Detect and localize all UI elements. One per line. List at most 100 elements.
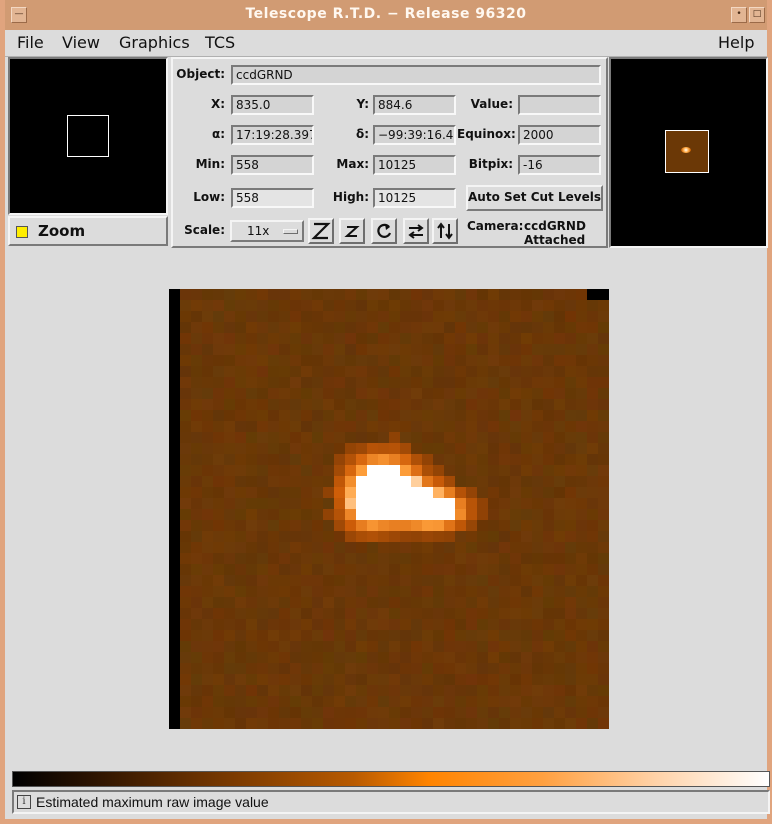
image-pixel	[543, 410, 555, 422]
image-pixel	[433, 498, 445, 510]
image-pixel	[488, 289, 500, 301]
image-pixel	[323, 707, 335, 719]
image-pixel	[444, 630, 456, 642]
image-pixel	[246, 399, 258, 411]
title-bar[interactable]: — Telescope R.T.D. − Release 96320 • □	[5, 0, 767, 31]
image-pixel	[323, 718, 335, 729]
image-pixel	[235, 685, 247, 697]
zoom-window[interactable]	[609, 57, 768, 248]
image-pixel	[378, 399, 390, 411]
image-pixel	[378, 564, 390, 576]
image-pixel	[246, 465, 258, 477]
image-pixel	[532, 300, 544, 312]
minimize-button[interactable]: •	[731, 7, 747, 23]
menu-help[interactable]: Help	[718, 33, 754, 52]
zoom-in-button[interactable]	[308, 218, 334, 244]
image-pixel	[389, 630, 401, 642]
image-pixel	[510, 410, 522, 422]
image-pixel	[378, 410, 390, 422]
image-pixel	[488, 597, 500, 609]
image-pixel	[400, 575, 412, 587]
image-pixel	[576, 476, 588, 488]
image-pixel	[499, 520, 511, 532]
low-cut-input[interactable]: 558	[231, 188, 314, 208]
image-pixel	[334, 652, 346, 664]
menu-view[interactable]: View	[62, 33, 100, 52]
image-pixel	[180, 366, 192, 378]
image-pixel	[235, 564, 247, 576]
menu-graphics[interactable]: Graphics	[119, 33, 190, 52]
image-pixel	[290, 553, 302, 565]
image-pixel	[455, 454, 467, 466]
image-pixel	[191, 542, 203, 554]
image-pixel	[356, 542, 368, 554]
image-pixel	[191, 641, 203, 653]
image-pixel	[279, 575, 291, 587]
pan-window[interactable]	[8, 57, 168, 215]
image-pixel	[477, 564, 489, 576]
image-pixel	[554, 608, 566, 620]
image-pixel	[356, 366, 368, 378]
zoom-out-button[interactable]	[339, 218, 365, 244]
image-pixel	[587, 377, 599, 389]
flip-y-button[interactable]	[432, 218, 458, 244]
image-pixel	[202, 707, 214, 719]
image-pixel	[235, 355, 247, 367]
image-pixel	[565, 542, 577, 554]
image-pixel	[180, 630, 192, 642]
menu-tcs[interactable]: TCS	[205, 33, 235, 52]
image-pixel	[587, 608, 599, 620]
image-pixel	[290, 685, 302, 697]
rotate-button[interactable]	[371, 218, 397, 244]
image-pixel	[411, 685, 423, 697]
image-pixel	[422, 300, 434, 312]
image-pixel	[301, 531, 313, 543]
scale-menu-button[interactable]: 11x	[230, 220, 304, 242]
image-pixel	[455, 366, 467, 378]
auto-set-cut-levels-button[interactable]: Auto Set Cut Levels	[466, 185, 603, 211]
image-pixel	[576, 575, 588, 587]
colormap-bar[interactable]	[12, 771, 770, 787]
image-pixel	[301, 641, 313, 653]
image-pixel	[455, 377, 467, 389]
option-menu-indicator-icon	[283, 229, 298, 234]
image-pixel	[433, 696, 445, 708]
image-pixel	[301, 696, 313, 708]
image-pixel	[598, 619, 609, 631]
image-pixel	[422, 641, 434, 653]
image-pixel	[532, 597, 544, 609]
image-pixel	[246, 641, 258, 653]
image-pixel	[378, 630, 390, 642]
image-pixel	[576, 674, 588, 686]
image-pixel	[356, 531, 368, 543]
image-pixel	[477, 542, 489, 554]
flip-x-button[interactable]	[403, 218, 429, 244]
maximize-button[interactable]: □	[749, 7, 765, 23]
image-pixel	[279, 520, 291, 532]
image-pixel	[235, 344, 247, 356]
zoom-toggle[interactable]: Zoom	[8, 216, 168, 246]
menu-file[interactable]: File	[17, 33, 44, 52]
image-pixel	[312, 597, 324, 609]
image-pixel	[422, 355, 434, 367]
image-pixel	[455, 476, 467, 488]
pan-view-rectangle[interactable]	[67, 115, 109, 157]
min-field: 558	[231, 155, 314, 175]
image-pixel	[466, 432, 478, 444]
image-pixel	[400, 674, 412, 686]
image-pixel	[246, 498, 258, 510]
main-image-canvas[interactable]	[169, 289, 609, 729]
image-pixel	[521, 520, 533, 532]
image-pixel	[499, 542, 511, 554]
image-pixel	[356, 652, 368, 664]
image-pixel	[565, 520, 577, 532]
image-pixel	[477, 707, 489, 719]
image-pixel	[400, 311, 412, 323]
image-pixel	[532, 641, 544, 653]
image-pixel	[466, 388, 478, 400]
image-pixel	[554, 685, 566, 697]
image-pixel	[191, 619, 203, 631]
high-cut-input[interactable]: 10125	[373, 188, 456, 208]
image-pixel	[444, 366, 456, 378]
image-pixel	[466, 553, 478, 565]
